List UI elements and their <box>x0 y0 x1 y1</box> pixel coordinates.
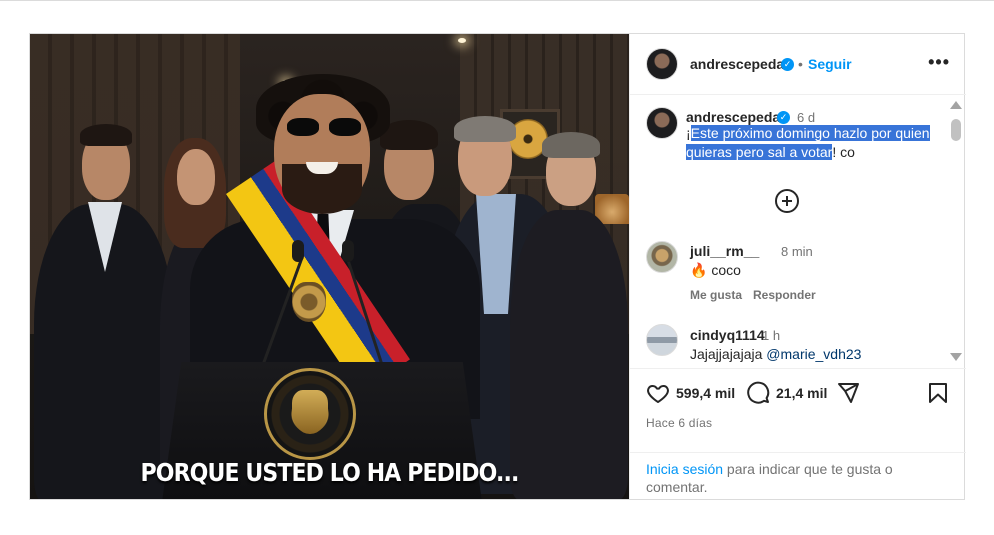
caption-username[interactable]: andrescepeda <box>686 109 780 125</box>
hair <box>542 132 600 158</box>
comment-text: Jajajjajajaja @marie_vdh23 <box>690 346 861 362</box>
post-card: PORQUE USTED LO HA PEDIDO... andresceped… <box>29 33 966 500</box>
post-date[interactable]: Hace 6 días <box>646 416 712 430</box>
likes-count[interactable]: 599,4 mil <box>676 385 735 401</box>
comment-username[interactable]: juli__rm__ <box>690 243 759 259</box>
comment-mention[interactable]: @marie_vdh23 <box>766 346 861 362</box>
hair <box>80 124 132 146</box>
post-side-panel: andrescepeda ✓ • Seguir ••• andrescepeda… <box>629 34 966 499</box>
comments-section[interactable]: andrescepeda ✓ 6 d ¡Este próximo domingo… <box>630 95 966 369</box>
scrollbar-thumb[interactable] <box>951 119 961 141</box>
post-header: andrescepeda ✓ • Seguir ••• <box>630 34 966 95</box>
image-caption: PORQUE USTED LO HA PEDIDO... <box>140 458 520 487</box>
comment-avatar[interactable] <box>646 324 678 356</box>
comment-time[interactable]: 1 h <box>762 328 780 343</box>
comment-like-button[interactable]: Me gusta <box>690 288 742 302</box>
author-avatar[interactable] <box>646 48 678 80</box>
login-link[interactable]: Inicia sesión <box>646 461 723 477</box>
comment-time[interactable]: 8 min <box>781 244 813 259</box>
share-icon[interactable] <box>836 381 860 405</box>
comment-avatar[interactable] <box>646 241 678 273</box>
verified-badge-icon: ✓ <box>777 111 790 124</box>
caption-selected-text: Este próximo domingo hazlo por quien qui… <box>686 125 930 160</box>
caption-avatar[interactable] <box>646 107 678 139</box>
scroll-up-arrow[interactable] <box>950 101 962 109</box>
microphone <box>342 240 354 262</box>
caption-prefix: ¡ <box>686 125 691 141</box>
author-username[interactable]: andrescepeda <box>690 56 784 72</box>
caption-time[interactable]: 6 d <box>797 110 815 125</box>
login-prompt: Inicia sesión para indicar que te gusta … <box>646 460 946 496</box>
divider <box>630 452 966 453</box>
comment-reply-button[interactable]: Responder <box>753 288 816 302</box>
person-right <box>510 210 628 499</box>
post-actions: 599,4 mil 21,4 mil Hace 6 días Inicia se… <box>630 369 966 499</box>
separator-dot: • <box>798 56 803 72</box>
bookmark-icon[interactable] <box>926 381 950 405</box>
comments-count[interactable]: 21,4 mil <box>776 385 827 401</box>
ceiling-light <box>458 38 466 43</box>
hair <box>454 116 516 142</box>
sunglasses <box>287 118 363 138</box>
heart-icon[interactable] <box>646 381 670 405</box>
verified-badge-icon: ✓ <box>781 58 794 71</box>
seal-shield <box>292 390 328 434</box>
comment-body: coco <box>711 262 741 278</box>
comment-body: Jajajjajajaja <box>690 346 763 362</box>
caption-text: ¡Este próximo domingo hazlo por quien qu… <box>686 124 936 162</box>
caption-suffix: ! co <box>832 144 855 160</box>
comment-icon[interactable] <box>746 381 770 405</box>
top-divider <box>0 0 994 1</box>
comment-text: 🔥 coco <box>690 262 741 279</box>
post-image[interactable]: PORQUE USTED LO HA PEDIDO... <box>30 34 629 499</box>
more-options-icon[interactable]: ••• <box>928 52 950 73</box>
scroll-down-arrow[interactable] <box>950 353 962 361</box>
sash-crest <box>292 282 326 322</box>
microphone <box>292 240 304 262</box>
add-comments-icon[interactable] <box>775 189 799 213</box>
follow-button[interactable]: Seguir <box>808 56 852 72</box>
head <box>177 149 215 205</box>
comment-username[interactable]: cindyq1114 <box>690 327 765 343</box>
fire-emoji: 🔥 <box>690 262 708 278</box>
